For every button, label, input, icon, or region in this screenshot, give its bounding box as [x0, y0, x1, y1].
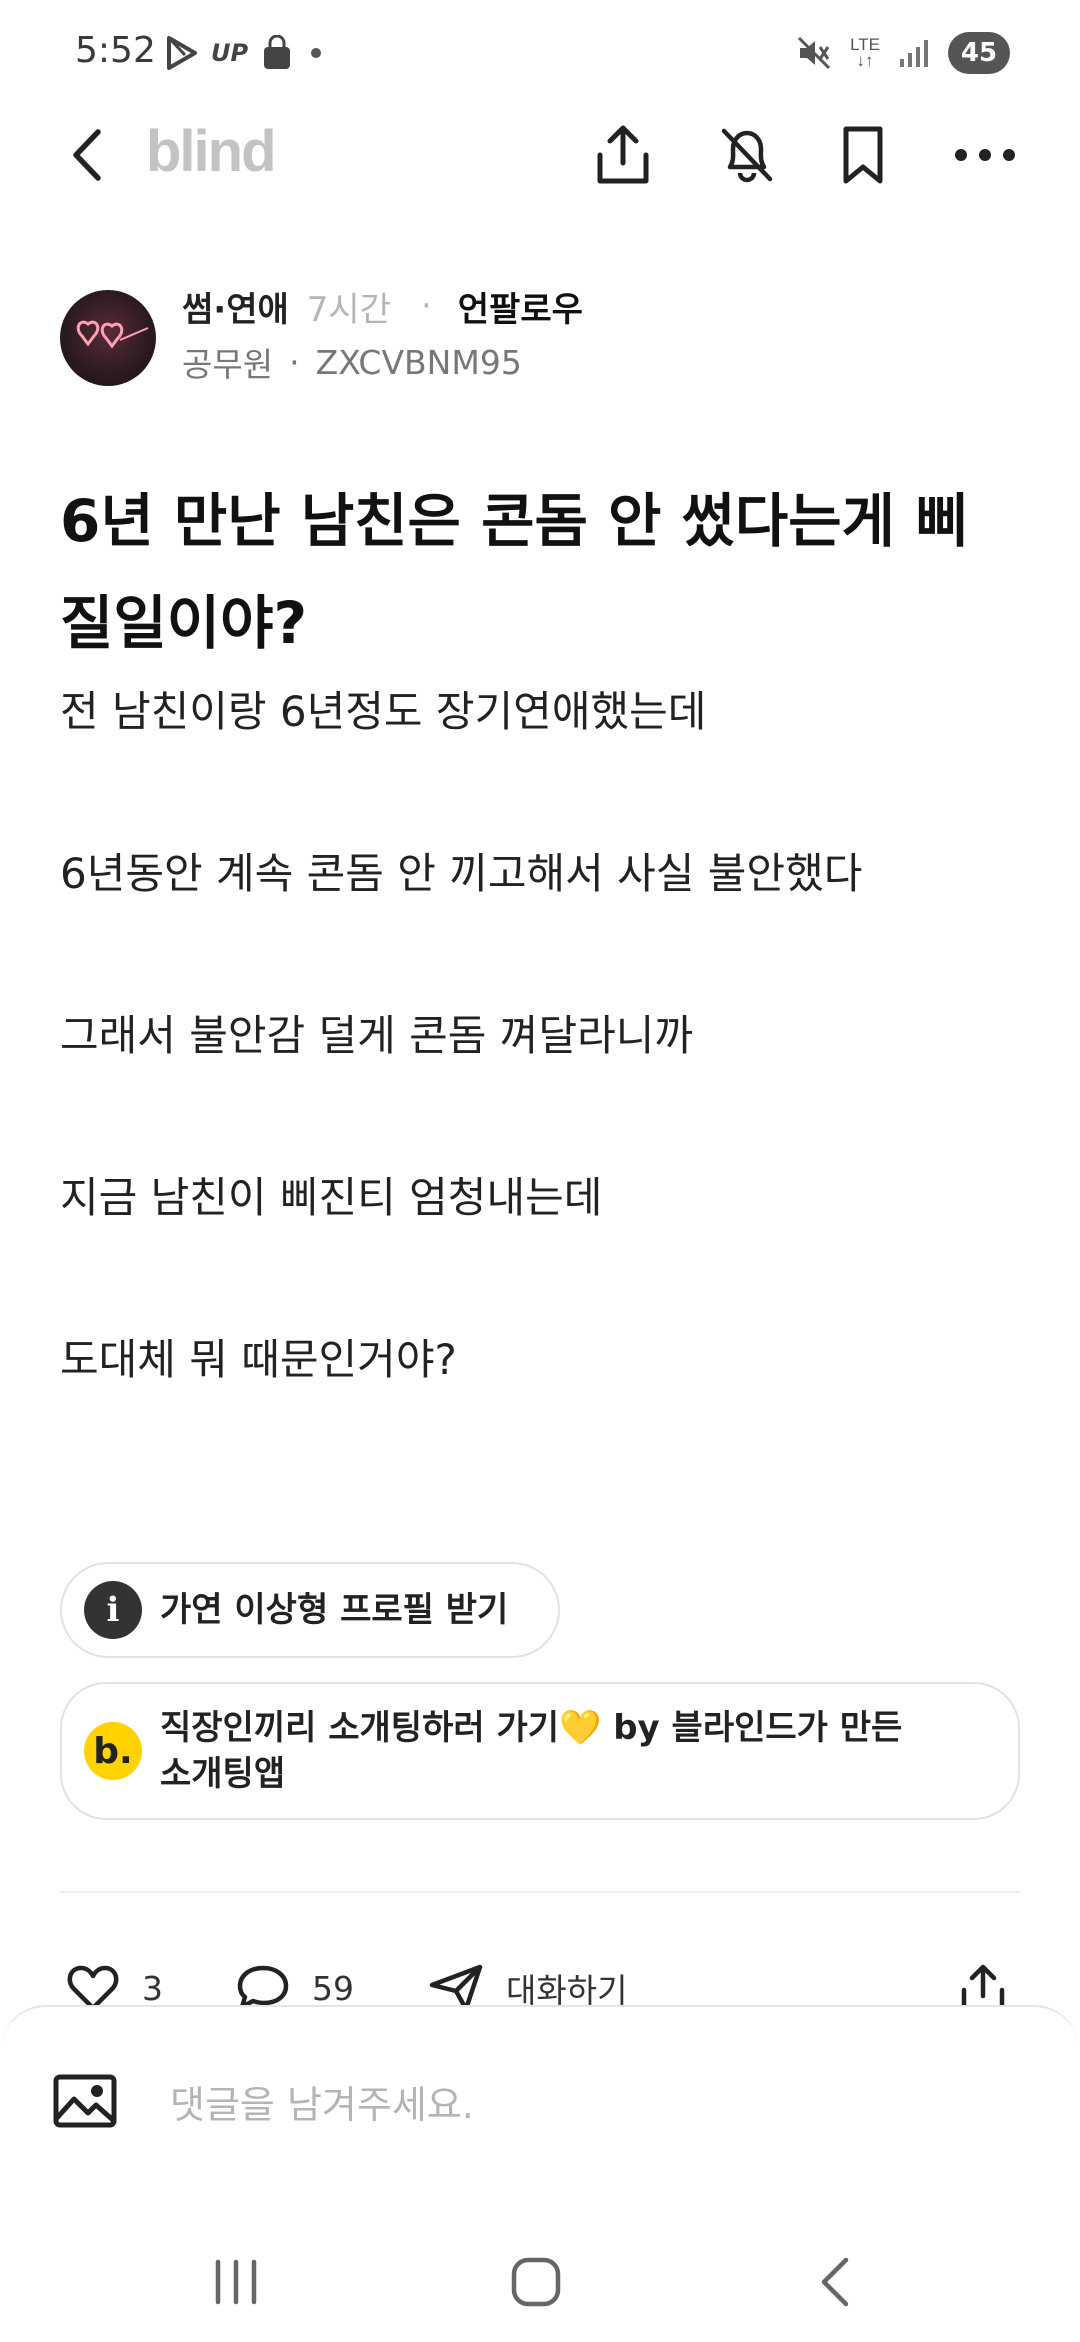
dating-promo-line1: 직장인끼리 소개팅하러 가기💛 by 블라인드가 만든	[160, 1708, 903, 1748]
post-body-line: 6년동안 계속 콘돔 안 끼고해서 사실 불안했다	[60, 849, 863, 898]
back-button[interactable]	[62, 120, 114, 190]
recent-apps-icon	[215, 2259, 257, 2305]
system-back-button[interactable]	[798, 2242, 878, 2322]
brand-logo: blind	[146, 119, 277, 184]
bookmark-icon	[843, 126, 883, 184]
dating-promo-label: 직장인끼리 소개팅하러 가기💛 by 블라인드가 만든 소개팅앱	[160, 1705, 902, 1797]
dating-app-promo-chip[interactable]: b. 직장인끼리 소개팅하러 가기💛 by 블라인드가 만든 소개팅앱	[60, 1682, 1020, 1820]
post-category[interactable]: 썸·연애	[182, 282, 289, 331]
status-bar: 5:52 UP LTE ↓↑ 45	[0, 0, 1080, 110]
status-notification-icons: UP	[165, 32, 326, 74]
avatar[interactable]	[60, 290, 156, 386]
post-time: 7시간	[306, 289, 391, 330]
divider	[60, 1891, 1020, 1893]
share-icon	[597, 125, 649, 184]
unfollow-button[interactable]: 언팔로우	[458, 282, 583, 331]
share-button[interactable]	[588, 120, 658, 190]
home-button[interactable]	[496, 2242, 576, 2322]
chevron-left-icon	[73, 129, 101, 181]
battery-indicator: 45	[948, 32, 1010, 74]
up-badge-icon: UP	[211, 39, 249, 67]
chevron-left-icon	[821, 2257, 849, 2307]
play-store-icon	[167, 36, 197, 70]
status-system-icons: LTE ↓↑ 45	[796, 28, 1010, 78]
image-icon	[53, 2074, 117, 2128]
post-body-line: 도대체 뭐 때문인거야?	[60, 1335, 457, 1384]
bookmark-button[interactable]	[828, 120, 898, 190]
notifications-off-button[interactable]	[712, 120, 782, 190]
post-body-line: 그래서 불안감 덜게 콘돔 껴달라니까	[60, 1011, 694, 1060]
more-options-button[interactable]	[950, 120, 1020, 190]
comment-count: 59	[312, 1968, 354, 2008]
neon-hearts-icon	[76, 320, 149, 349]
comment-input[interactable]	[168, 2069, 932, 2141]
notification-dot-icon	[311, 48, 322, 58]
profile-promo-label: 가연 이상형 프로필 받기	[160, 1590, 509, 1630]
post-body-line: 지금 남친이 삐진티 엄청내는데	[60, 1173, 603, 1222]
post-body: 전 남친이랑 6년정도 장기연애했는데 6년동안 계속 콘돔 안 끼고해서 사실…	[60, 680, 1020, 1490]
signal-icon	[900, 40, 928, 67]
profile-promo-chip[interactable]: i 가연 이상형 프로필 받기	[60, 1562, 560, 1658]
lte-indicator: LTE ↓↑	[850, 35, 880, 70]
more-dots-icon	[955, 149, 1015, 161]
meta-separator: ·	[420, 286, 432, 326]
recent-apps-button[interactable]	[196, 2242, 276, 2322]
author-info-line: 공무원 · ZXCVBNM95	[182, 338, 522, 386]
blind-b-logo-icon: b.	[84, 1722, 142, 1780]
author-company[interactable]: 공무원	[182, 338, 273, 386]
mute-icon	[798, 36, 831, 70]
dating-promo-line2: 소개팅앱	[160, 1754, 286, 1794]
home-icon	[511, 2257, 561, 2307]
post-title: 6년 만난 남친은 콘돔 안 썼다는게 삐질일이야?	[60, 487, 969, 657]
post-author-row: 썸·연애 7시간 · 언팔로우 공무원 · ZXCVBNM95	[60, 280, 1020, 400]
post-body-line: 전 남친이랑 6년정도 장기연애했는데	[60, 687, 707, 736]
data-arrows-icon: ↓↑	[856, 51, 874, 70]
system-nav-bar	[0, 2220, 1080, 2340]
author-nickname[interactable]: ZXCVBNM95	[316, 343, 522, 382]
bell-off-icon	[721, 128, 773, 183]
author-separator: ·	[289, 342, 300, 382]
status-time: 5:52	[75, 30, 156, 71]
post-meta-line: 썸·연애 7시간 · 언팔로우	[182, 280, 583, 332]
shopping-bag-icon	[264, 35, 291, 69]
attach-image-button[interactable]	[52, 2073, 118, 2129]
like-count: 3	[142, 1968, 163, 2008]
info-icon: i	[84, 1581, 142, 1639]
